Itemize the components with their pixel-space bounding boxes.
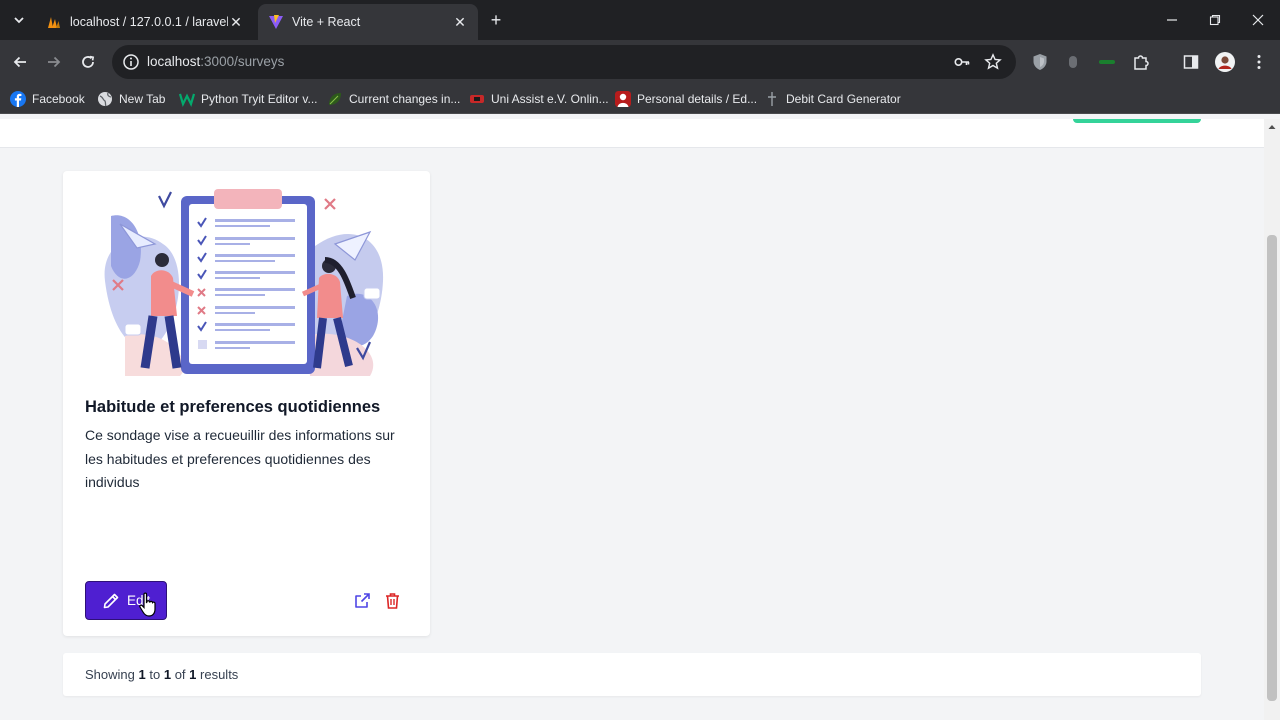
bookmark-label: Current changes in... [349,92,461,106]
tab-vite-react[interactable]: Vite + React ✕ [258,4,478,40]
globe-icon [98,92,112,107]
scroll-up-arrow-icon[interactable] [1268,123,1276,131]
bookmark-star-icon[interactable] [984,53,1002,71]
vite-icon [269,15,283,29]
trash-icon[interactable] [383,591,402,610]
bookmark-debit-card[interactable]: Debit Card Generator [764,90,901,108]
results-total: 1 [189,667,197,682]
bookmark-label: Facebook [32,92,85,106]
tab-phpmyadmin[interactable]: localhost / 127.0.0.1 / laravel_re ✕ [36,4,254,40]
phpmyadmin-icon [48,17,60,28]
green-extension-icon[interactable] [1097,52,1117,72]
browser-tab-bar: localhost / 127.0.0.1 / laravel_re ✕ Vit… [0,0,1280,40]
edit-button-label: Edit [127,593,151,608]
bookmark-label: Personal details / Ed... [637,92,758,106]
pin-icon [768,92,776,106]
uni-assist-icon [470,95,484,103]
survey-description: Ce sondage vise a recueuillir des inform… [85,427,395,490]
site-info-icon[interactable] [122,53,140,71]
close-tab-icon[interactable]: ✕ [452,14,468,30]
forward-arrow-icon[interactable] [42,50,66,74]
external-link-icon[interactable] [353,591,372,610]
new-tab-plus-icon[interactable]: + [486,10,506,30]
address-bar[interactable]: localhost:3000/surveys [112,45,1016,79]
results-summary: Showing 1 to 1 of 1 results [85,667,238,682]
results-to: 1 [163,667,172,682]
bookmark-current-changes[interactable]: Current changes in... [327,90,460,108]
w3schools-icon [179,93,195,107]
close-window-icon[interactable] [1246,8,1270,32]
bookmark-label: Uni Assist e.V. Onlin... [491,92,609,106]
side-panel-icon[interactable] [1181,52,1201,72]
app-header-bottom [0,119,1264,148]
bookmark-new-tab[interactable]: New Tab [97,90,165,108]
pagination-bar: Showing 1 to 1 of 1 results [63,653,1201,696]
scrollbar-thumb[interactable] [1267,235,1277,701]
back-arrow-icon[interactable] [8,50,32,74]
results-of-word: of [174,667,186,682]
bookmark-label: Python Tryit Editor v... [201,92,318,106]
results-prefix: Showing [85,667,135,682]
results-suffix: results [200,667,239,682]
survey-title: Habitude et preferences quotidiennes [85,398,381,416]
extensions-puzzle-icon[interactable] [1131,52,1151,72]
url-path: :3000/surveys [200,54,285,69]
url-text[interactable]: localhost:3000/surveys [147,54,284,69]
mouse-extension-icon[interactable] [1063,52,1083,72]
edit-survey-button[interactable]: Edit [85,581,167,620]
bookmark-personal-details[interactable]: Personal details / Ed... [615,90,757,108]
shield-extension-icon[interactable] [1030,52,1050,72]
url-host: localhost [147,54,201,69]
page-scrollbar[interactable] [1264,119,1280,720]
tab-title: Vite + React [292,15,361,29]
restore-icon[interactable] [1203,8,1227,32]
browser-menu-icon[interactable] [1249,52,1269,72]
bookmark-facebook[interactable]: Facebook [10,90,85,108]
person-icon [615,91,631,107]
profile-avatar[interactable] [1215,52,1235,72]
password-key-icon[interactable] [953,53,971,71]
bookmark-uni-assist[interactable]: Uni Assist e.V. Onlin... [469,90,609,108]
survey-clipboard-illustration [85,186,408,379]
tab-title: localhost / 127.0.0.1 / laravel_re [70,15,228,29]
results-to-word: to [149,667,161,682]
survey-card: Habitude et preferences quotidiennes Ce … [63,171,430,636]
close-tab-icon[interactable]: ✕ [228,14,244,30]
bookmark-label: Debit Card Generator [786,92,901,106]
create-survey-button-edge[interactable] [1073,119,1201,123]
reload-icon[interactable] [76,50,100,74]
minimize-icon[interactable] [1160,8,1184,32]
facebook-icon [10,91,26,107]
tab-search-chevron-icon[interactable] [8,8,30,32]
leaf-icon [329,93,341,105]
bookmarks-bar: Facebook New Tab Python Tryit Editor v..… [0,84,1280,114]
bookmark-label: New Tab [119,92,166,106]
results-from: 1 [138,667,146,682]
page-viewport: Habitude et preferences quotidiennes Ce … [0,119,1264,720]
bookmark-python-tryit[interactable]: Python Tryit Editor v... [179,90,317,108]
pencil-icon [103,593,119,608]
